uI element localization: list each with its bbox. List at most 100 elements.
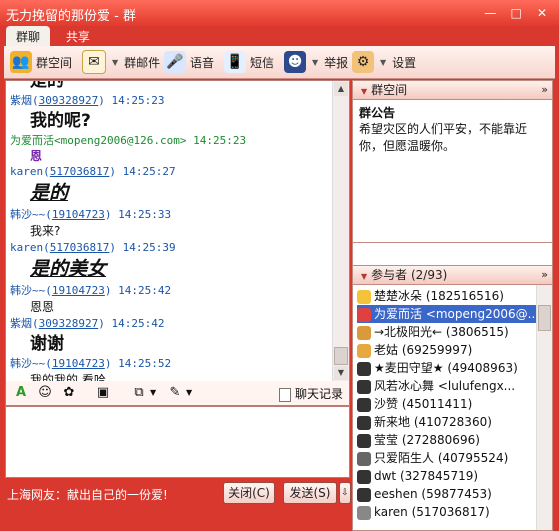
chevron-down-icon[interactable]: ▼ [150, 388, 156, 397]
user-id-link[interactable]: 517036817 [50, 241, 110, 254]
member-item[interactable]: 莹莹 (272880696) [357, 431, 537, 449]
notice-panel-header[interactable]: ▼ 群空间 » [352, 80, 553, 100]
user-id-link[interactable]: 309328927 [39, 94, 99, 107]
notice-title: 群公告 [359, 106, 396, 120]
user-id-link[interactable]: 19104723 [52, 208, 105, 221]
report-button[interactable]: ☻ ▼ 举报 [284, 50, 348, 74]
maximize-button[interactable]: □ [507, 6, 525, 20]
avatar-icon [357, 433, 371, 448]
tab-group-chat[interactable]: 群聊 [6, 26, 51, 47]
police-icon: ☻ [284, 51, 306, 73]
close-window-button[interactable]: ✕ [533, 6, 551, 20]
member-item[interactable]: 为爱而活 <mopeng2006@... [357, 305, 537, 323]
group-notice: 群公告 希望灾区的人们平安，不能靠近你，但愿温暖你。 [352, 100, 553, 243]
message-header: 紫烟(309328927) 14:25:23 [10, 94, 165, 107]
member-item[interactable]: karen (517036817) [357, 503, 537, 521]
right-sidebar: ▼ 群空间 » 群公告 希望灾区的人们平安，不能靠近你，但愿温暖你。 ▼ 参与者 (… [352, 80, 553, 531]
message-text: 是的 [30, 182, 69, 204]
message-text: 恩 [30, 149, 43, 163]
avatar-icon [357, 487, 371, 502]
scroll-thumb[interactable] [538, 305, 551, 331]
voice-icon: 🎤 [164, 51, 186, 73]
avatar-icon [357, 415, 371, 430]
people-icon: 👥 [10, 51, 32, 73]
member-item[interactable]: 只爱陌生人 (40795524) [357, 449, 537, 467]
message-text: 我的呢? [30, 111, 91, 131]
message-text: 是的美女 [30, 258, 107, 280]
tab-bar: 群聊 共享 [6, 26, 102, 47]
chat-history[interactable]: 是的 紫烟(309328927) 14:25:23 我的呢? 为爱而活<mope… [5, 80, 350, 382]
member-item[interactable]: 风若冰心舞 <lulufengx... [357, 377, 537, 395]
chat-scrollbar[interactable]: ▲ ▼ [332, 81, 349, 381]
settings-label: 设置 [392, 55, 417, 70]
group-space-button[interactable]: 👥 群空间 [10, 50, 72, 74]
quick-reply-icon[interactable]: ✎ [166, 384, 184, 402]
avatar-icon [357, 451, 371, 466]
avatar-icon [357, 505, 371, 520]
message-list: 是的 紫烟(309328927) 14:25:23 我的呢? 为爱而活<mope… [10, 81, 330, 381]
sms-button[interactable]: 📱 短信 [224, 50, 274, 74]
emoticon-icon[interactable]: ☺ [36, 384, 54, 402]
scroll-up-icon[interactable]: ▲ [334, 82, 348, 96]
sms-label: 短信 [250, 55, 275, 70]
chevron-down-icon[interactable]: ▼ [186, 388, 192, 397]
settings-button[interactable]: ⚙ ▼ 设置 [352, 50, 416, 74]
member-list: 楚楚冰朵 (182516516) 为爱而活 <mopeng2006@... →北… [352, 285, 553, 531]
window-controls: — □ ✕ [477, 6, 551, 20]
chat-history-button[interactable]: 聊天记录 [278, 385, 343, 402]
member-item[interactable]: dwt (327845719) [357, 467, 537, 485]
expand-icon[interactable]: » [541, 266, 548, 284]
tab-share[interactable]: 共享 [56, 26, 100, 47]
sms-icon: 📱 [224, 51, 246, 73]
message-header: 韩沙~~(19104723) 14:25:52 [10, 357, 172, 370]
member-item[interactable]: 沙赞 (45011411) [357, 395, 537, 413]
chevron-down-icon: ▼ [112, 57, 119, 67]
screenshot-icon[interactable]: ⧉ [130, 384, 148, 402]
member-scrollbar[interactable] [536, 285, 552, 530]
message-header: 韩沙~~(19104723) 14:25:42 [10, 284, 172, 297]
collapse-icon: ▼ [361, 272, 368, 281]
avatar-icon [357, 379, 371, 394]
member-item[interactable]: ★麦田守望★ (49408963) [357, 359, 537, 377]
message-header: 为爱而活<mopeng2006@126.com> 14:25:23 [10, 134, 247, 147]
send-options-button[interactable]: ⇩ [339, 482, 351, 504]
image-icon[interactable]: ▣ [94, 384, 112, 402]
group-mail-label: 群邮件 [124, 55, 161, 70]
message-input[interactable] [5, 406, 350, 478]
avatar-icon [357, 469, 371, 484]
close-button[interactable]: 关闭(C) [223, 482, 275, 504]
voice-button[interactable]: 🎤 语音 [164, 50, 214, 74]
message-header: karen(517036817) 14:25:39 [10, 241, 176, 254]
collapse-icon: ▼ [361, 87, 368, 96]
user-email-link[interactable]: mopeng2006@126.com [61, 134, 180, 147]
user-id-link[interactable]: 309328927 [39, 317, 99, 330]
send-button[interactable]: 发送(S) [283, 482, 337, 504]
scroll-down-icon[interactable]: ▼ [334, 366, 348, 380]
minimize-button[interactable]: — [481, 6, 499, 20]
avatar-icon [357, 343, 371, 358]
window-title: 无力挽留的那份爱 - 群 [6, 9, 136, 24]
ad-banner[interactable]: 上海网友：献出自己的一份爱! [7, 486, 168, 503]
notice-text: 希望灾区的人们平安，不能靠近你，但愿温暖你。 [359, 122, 528, 153]
member-item[interactable]: →北极阳光← (3806515) [357, 323, 537, 341]
message-header: 韩沙~~(19104723) 14:25:33 [10, 208, 172, 221]
member-item[interactable]: 老姑 (69259997) [357, 341, 537, 359]
member-item[interactable]: eeshen (59877453) [357, 485, 537, 503]
expand-icon[interactable]: » [541, 81, 548, 99]
user-id-link[interactable]: 19104723 [52, 357, 105, 370]
scroll-thumb[interactable] [334, 347, 348, 365]
user-id-link[interactable]: 19104723 [52, 284, 105, 297]
user-id-link[interactable]: 517036817 [50, 165, 110, 178]
avatar-icon [357, 361, 371, 376]
history-icon [278, 387, 291, 402]
message-text: 我来? [30, 224, 61, 238]
group-mail-button[interactable]: ✉ ▼ 群邮件 [82, 50, 160, 74]
members-panel-header[interactable]: ▼ 参与者 (2/93) » [352, 265, 553, 285]
member-item[interactable]: 新来地 (410728360) [357, 413, 537, 431]
format-toolbar: A ☺ ✿ ▣ ⧉ ▼ ✎ ▼ 聊天记录 [5, 381, 350, 406]
font-icon[interactable]: A [12, 384, 30, 402]
member-item[interactable]: 楚楚冰朵 (182516516) [357, 287, 537, 305]
message-header: 紫烟(309328927) 14:25:42 [10, 317, 165, 330]
magic-emoticon-icon[interactable]: ✿ [60, 384, 78, 402]
message-text: 是的 [30, 81, 64, 91]
